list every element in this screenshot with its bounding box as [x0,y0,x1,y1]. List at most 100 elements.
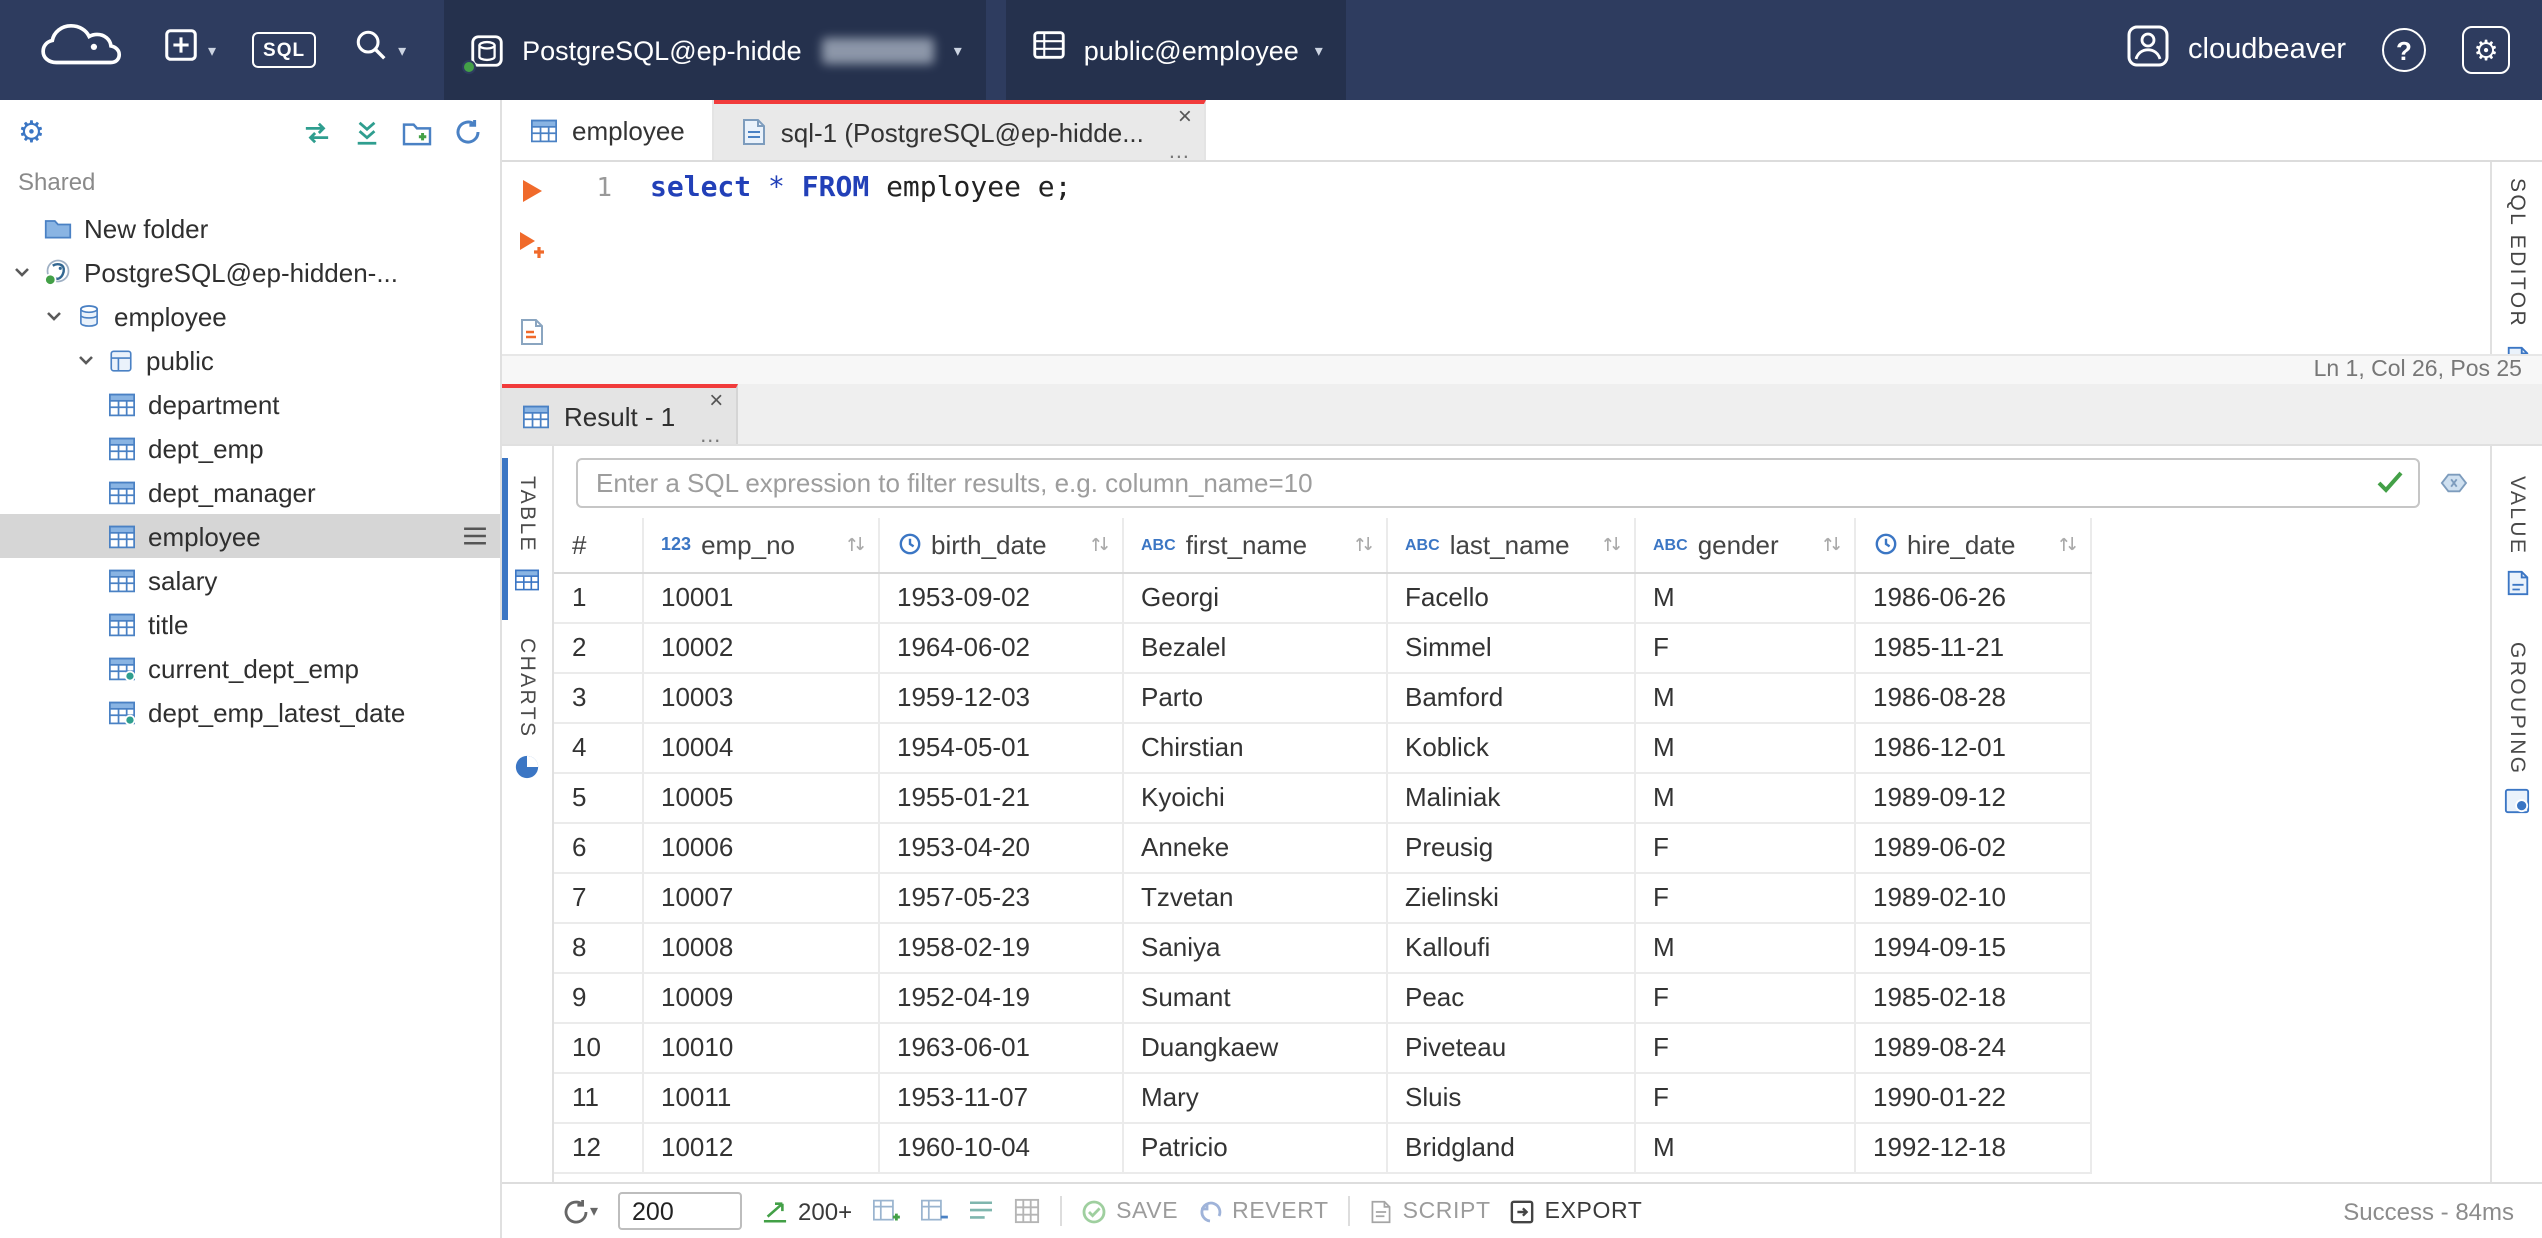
item-menu-icon[interactable] [462,526,488,546]
cell[interactable]: 1960-10-04 [878,1122,1123,1173]
cell[interactable]: 1953-11-07 [878,1072,1123,1123]
execution-plan-icon[interactable] [520,318,544,346]
export-button[interactable]: EXPORT [1511,1199,1643,1223]
cell[interactable]: M [1634,772,1855,823]
cell[interactable]: 10007 [642,872,879,923]
apply-filter-icon[interactable] [2376,469,2404,493]
tab-value[interactable]: VALUE [2492,458,2542,623]
cell[interactable]: 10002 [642,622,879,673]
filter-input[interactable] [576,457,2420,507]
schema-selector[interactable]: public@employee ▾ [1005,0,1347,100]
tree-item-department[interactable]: department [0,382,500,426]
cell[interactable]: 10008 [642,922,879,973]
cell[interactable]: M [1634,922,1855,973]
cell[interactable]: Sluis [1386,1072,1635,1123]
new-folder-icon[interactable] [402,119,432,145]
row-limit-input[interactable] [618,1192,743,1230]
cell[interactable]: 1986-06-26 [1854,572,2091,623]
tab-result-1[interactable]: Result - 1 × … [502,384,738,448]
cell[interactable]: 1992-12-18 [1854,1122,2091,1173]
tab-sql-1[interactable]: sql-1 (PostgreSQL@ep-hidde... × … [714,100,1206,164]
close-icon[interactable]: × [1178,103,1192,130]
cell[interactable]: 1989-02-10 [1854,872,2091,923]
script-button[interactable]: SCRIPT [1371,1199,1491,1223]
cell[interactable]: Mary [1122,1072,1387,1123]
cell[interactable]: 1957-05-23 [878,872,1123,923]
cell[interactable]: Saniya [1122,922,1387,973]
cell[interactable]: M [1634,572,1855,623]
tree-item-dept-emp[interactable]: dept_emp [0,426,500,470]
sort-icon[interactable] [2057,535,2077,555]
cell[interactable]: Peac [1386,972,1635,1023]
tab-employee[interactable]: employee [502,100,715,160]
cell[interactable]: Facello [1386,572,1635,623]
cell[interactable]: M [1634,672,1855,723]
cell[interactable]: 1990-01-22 [1854,1072,2091,1123]
navigator-settings-icon[interactable]: ⚙ [18,114,45,150]
user-menu-button[interactable]: cloudbeaver [2126,24,2346,76]
cell[interactable]: Preusig [1386,822,1635,873]
cell[interactable]: 10006 [642,822,879,873]
cell[interactable]: 10003 [642,672,879,723]
tree-item-new-folder[interactable]: New folder [0,206,500,250]
sql-code[interactable]: select * FROM employee e; [634,162,2490,354]
tree-item-postgresql-ep-hidden[interactable]: PostgreSQL@ep-hidden-... [0,250,500,294]
tree-item-public[interactable]: public [0,338,500,382]
cell[interactable]: Maliniak [1386,772,1635,823]
cell[interactable]: 10004 [642,722,879,773]
cell[interactable]: Chirstian [1122,722,1387,773]
cell[interactable]: 1953-09-02 [878,572,1123,623]
cell[interactable]: 1952-04-19 [878,972,1123,1023]
cell[interactable]: Zielinski [1386,872,1635,923]
cell[interactable]: 1964-06-02 [878,622,1123,673]
close-icon[interactable]: × [709,387,723,414]
collapse-all-icon[interactable] [354,119,380,145]
cell[interactable]: Kyoichi [1122,772,1387,823]
tab-menu-dots-icon[interactable]: … [699,424,723,448]
cell[interactable]: 10009 [642,972,879,1023]
run-script-icon[interactable] [518,230,546,258]
tree-item-current-dept-emp[interactable]: current_dept_emp [0,646,500,690]
cell[interactable]: 1986-12-01 [1854,722,2091,773]
new-sql-editor-button[interactable]: SQL [234,0,334,100]
sync-connection-icon[interactable] [302,119,332,145]
connection-selector[interactable]: PostgreSQL@ep-hidde ▾ [444,0,986,100]
cell[interactable]: 1959-12-03 [878,672,1123,723]
cell[interactable]: M [1634,1122,1855,1173]
cell[interactable]: 1985-02-18 [1854,972,2091,1023]
sort-icon[interactable] [1353,535,1373,555]
cell[interactable]: Sumant [1122,972,1387,1023]
cell[interactable]: Duangkaew [1122,1022,1387,1073]
cell[interactable]: M [1634,722,1855,773]
cell[interactable]: F [1634,1022,1855,1073]
column-header-last_name[interactable]: ABC last_name [1386,518,1635,573]
tree-item-title[interactable]: title [0,602,500,646]
run-query-icon[interactable] [520,178,544,204]
column-header-birth_date[interactable]: birth_date [878,518,1123,573]
cell[interactable]: Koblick [1386,722,1635,773]
cell[interactable]: Kalloufi [1386,922,1635,973]
sort-icon[interactable] [1089,535,1109,555]
cell[interactable]: 1958-02-19 [878,922,1123,973]
cell[interactable]: Piveteau [1386,1022,1635,1073]
cell[interactable]: 1985-11-21 [1854,622,2091,673]
cell[interactable]: 10012 [642,1122,879,1173]
cell[interactable]: 1989-09-12 [1854,772,2091,823]
cell[interactable]: 1963-06-01 [878,1022,1123,1073]
add-row-icon[interactable] [872,1198,900,1224]
column-header-emp_no[interactable]: 123 emp_no [642,518,879,573]
tab-charts[interactable]: CHARTS [502,621,552,807]
cell[interactable]: Bridgland [1386,1122,1635,1173]
tab-menu-dots-icon[interactable]: … [1168,140,1192,164]
chevron-down-icon[interactable] [76,354,96,366]
cell[interactable]: Patricio [1122,1122,1387,1173]
cell[interactable]: 1953-04-20 [878,822,1123,873]
refresh-results-icon[interactable]: ▾ [562,1197,598,1225]
cell[interactable]: Simmel [1386,622,1635,673]
cell[interactable]: 1989-08-24 [1854,1022,2091,1073]
cell[interactable]: F [1634,872,1855,923]
cell[interactable]: Georgi [1122,572,1387,623]
cell[interactable]: 10005 [642,772,879,823]
tree-item-employee[interactable]: employee [0,294,500,338]
tree-item-dept-emp-latest-date[interactable]: dept_emp_latest_date [0,690,500,734]
